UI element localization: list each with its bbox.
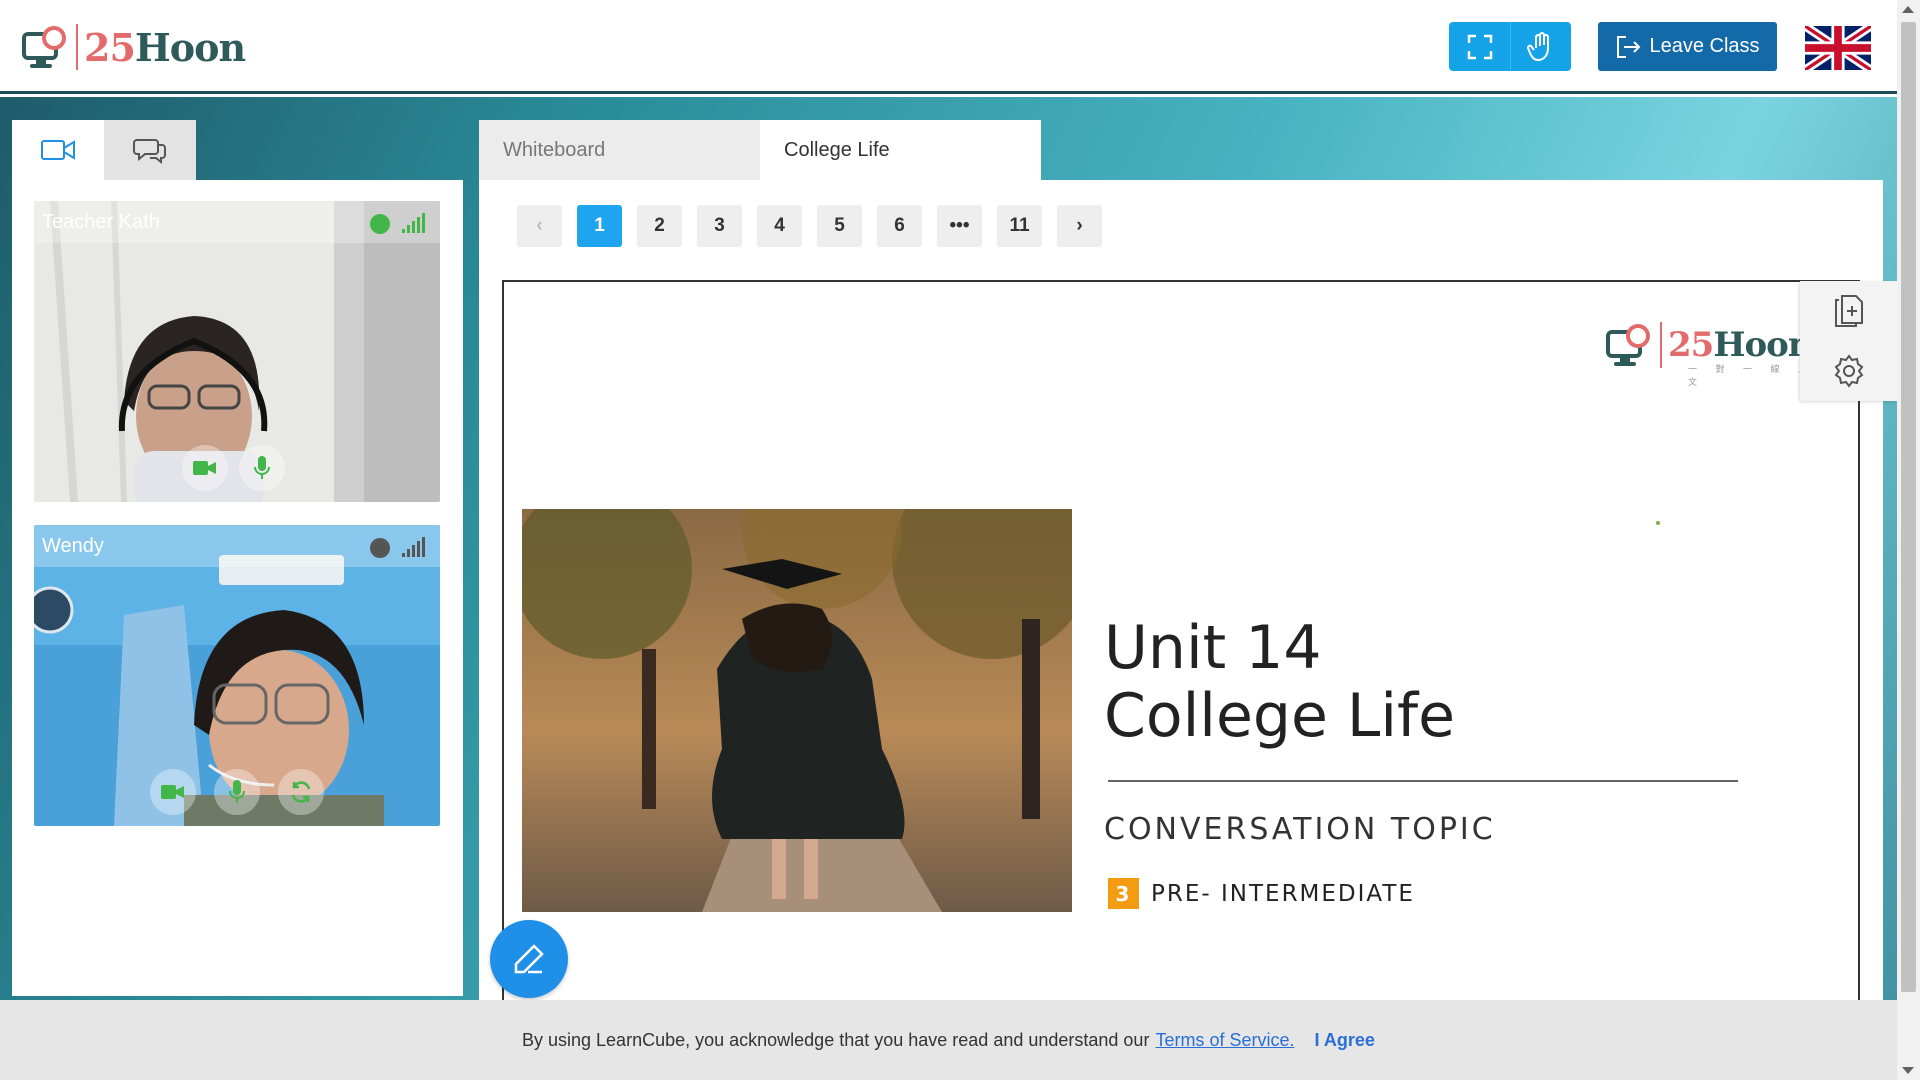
left-panel-tabs [12,120,196,180]
slide-side-toolbar [1800,281,1897,401]
gear-icon[interactable] [1832,354,1866,388]
teacher-signal-icon [402,213,428,233]
hand-icon [1527,31,1549,61]
student-refresh-button[interactable] [278,769,324,815]
pager-prev-button[interactable]: ‹ [517,205,562,247]
slide-title-line1: Unit 14 [1104,613,1322,683]
scroll-up-arrow-icon[interactable] [1902,6,1914,13]
add-file-icon[interactable] [1833,294,1865,328]
tab-college-life[interactable]: College Life [760,120,1041,180]
video-camera-icon [41,140,75,160]
pager-page-2[interactable]: 2 [637,205,682,247]
terms-of-service-link[interactable]: Terms of Service. [1155,1030,1294,1051]
graduate-photo [522,509,1072,912]
camera-icon [193,461,216,475]
slide-logo-word: Hoon [1713,325,1812,365]
tab-video[interactable] [12,120,104,180]
terms-notice-text: By using LearnCube, you acknowledge that… [522,1029,1150,1050]
language-flag-uk-icon[interactable] [1802,22,1874,74]
pager-ellipsis[interactable]: ••• [937,205,982,247]
slide-title: Unit 14 College Life [1104,614,1455,750]
view-controls [1449,22,1571,71]
student-mic-toggle[interactable] [214,769,260,815]
slide-divider [1108,780,1738,782]
logo-monitor-icon [1606,324,1650,366]
presentation-slide[interactable]: 25Hoon 一 對 一 線 上 美 文 Unit 14 College Lif… [502,280,1860,1000]
student-video-tile[interactable]: Wendy [34,525,440,826]
scroll-down-arrow-icon[interactable] [1902,1067,1914,1074]
student-camera-toggle[interactable] [150,769,196,815]
pager-next-button[interactable]: › [1057,205,1102,247]
slide-dot [1656,521,1660,525]
i-agree-button[interactable]: I Agree [1314,1030,1374,1051]
teacher-mic-toggle[interactable] [239,445,285,491]
logo-divider [1660,322,1662,368]
fullscreen-icon [1467,34,1492,59]
tab-whiteboard[interactable]: Whiteboard [479,120,760,180]
video-panel: Teacher Kath Wendy [12,180,463,996]
logo-divider [76,24,78,70]
pager-page-5[interactable]: 5 [817,205,862,247]
level-badge: 3 [1108,878,1139,909]
leave-class-label: Leave Class [1649,35,1760,57]
chat-icon [133,139,166,164]
tab-chat[interactable] [104,120,196,180]
slide-pagination: ‹ 1 2 3 4 5 6 ••• 11 › [517,205,1102,247]
exit-icon [1617,35,1641,58]
slide-logo-text: 25Hoon [1668,325,1813,365]
pager-page-11[interactable]: 11 [997,205,1042,247]
teacher-video-tile[interactable]: Teacher Kath [34,201,440,502]
logo-text: 25Hoon [84,24,246,70]
slide-subtitle: CONVERSATION TOPIC [1104,812,1496,847]
page-scrollbar[interactable] [1897,0,1920,1080]
pager-page-1[interactable]: 1 [577,205,622,247]
student-signal-icon [402,537,428,557]
teacher-camera-toggle[interactable] [182,445,228,491]
pager-page-4[interactable]: 4 [757,205,802,247]
teacher-status-dot [370,214,390,234]
student-status-dot [370,538,390,558]
fullscreen-button[interactable] [1449,22,1510,71]
teacher-video-feed [34,201,440,502]
pencil-icon [514,944,544,974]
microphone-icon [229,780,245,803]
camera-icon [161,785,184,799]
pager-page-3[interactable]: 3 [697,205,742,247]
brand-logo: 25Hoon [22,22,246,72]
annotate-pen-button[interactable] [490,920,568,998]
terms-notice-bar: By using LearnCube, you acknowledge that… [0,1000,1897,1080]
level-label: PRE- INTERMEDIATE [1151,880,1415,907]
logo-number: 25 [84,24,136,70]
refresh-icon [291,781,311,803]
raise-hand-button[interactable] [1510,22,1571,71]
leave-class-button[interactable]: Leave Class [1598,22,1777,71]
slide-level: 3 PRE- INTERMEDIATE [1108,878,1415,909]
logo-monitor-icon [22,24,68,70]
scroll-thumb[interactable] [1901,22,1916,992]
slide-logo-number: 25 [1668,325,1714,365]
logo-word: Hoon [134,24,246,70]
slide-title-line2: College Life [1104,681,1456,751]
top-header: 25Hoon Leave Class [0,0,1897,94]
pager-page-6[interactable]: 6 [877,205,922,247]
microphone-icon [254,456,270,479]
